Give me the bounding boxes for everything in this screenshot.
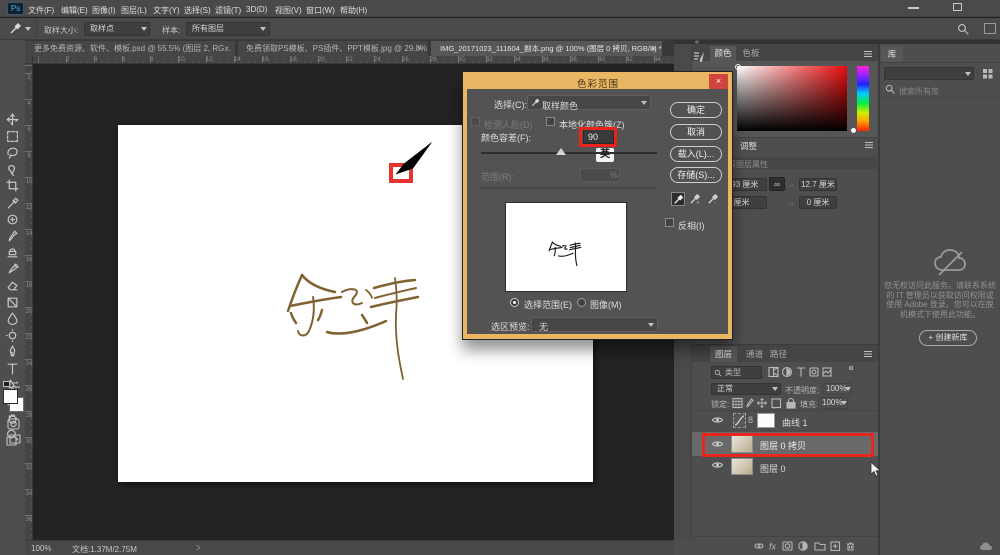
svg-text:fx: fx	[769, 542, 777, 552]
